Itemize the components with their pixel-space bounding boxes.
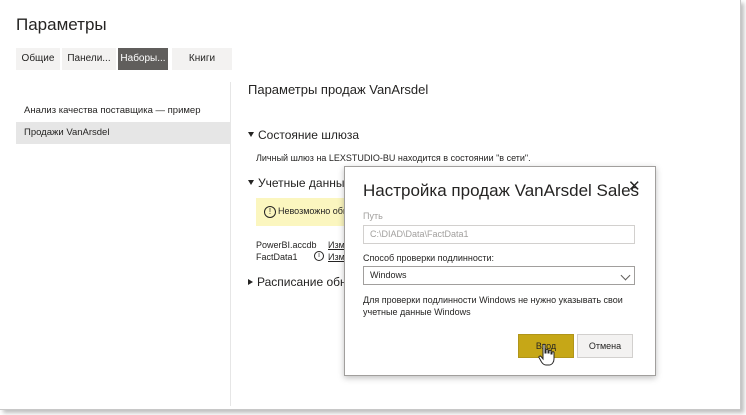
collapse-triangle-icon <box>248 180 254 185</box>
collapse-triangle-icon <box>248 132 254 137</box>
info-icon: ! <box>264 206 276 218</box>
gateway-status-text: Личный шлюз на LEXSTUDIO-BU находится в … <box>256 153 531 163</box>
schedule-header-label: Расписание обн <box>257 275 344 289</box>
panel-divider <box>230 82 231 406</box>
cancel-button[interactable]: Отмена <box>577 334 633 358</box>
configure-dialog: Настройка продаж VanArsdel Sales ✕ Путь … <box>344 166 656 376</box>
warning-text: Невозможно обновить <box>278 206 346 216</box>
auth-hint-text: Для проверки подлинности Windows не нужн… <box>363 295 623 317</box>
auth-method-label: Способ проверки подлинности: <box>363 253 494 263</box>
close-icon[interactable]: ✕ <box>628 177 641 195</box>
dataset-item-vanarsdel[interactable]: Продажи VanArsdel <box>16 122 230 144</box>
datasource-name: FactData1 <box>256 252 298 262</box>
chevron-down-icon <box>620 270 631 281</box>
edit-credentials-link[interactable]: Изменить <box>328 252 344 262</box>
dialog-title: Настройка продаж VanArsdel Sales <box>363 181 640 200</box>
gateway-header-label: Состояние шлюза <box>258 128 360 142</box>
credentials-section-header[interactable]: Учетные данные <box>248 176 351 190</box>
settings-tabs: Общие Панели... Наборы... Книги <box>16 48 232 70</box>
edit-credentials-link[interactable]: Изменить <box>328 240 344 250</box>
dataset-list: Анализ качества поставщика — пример Прод… <box>16 100 230 144</box>
gateway-section-header[interactable]: Состояние шлюза <box>248 128 359 142</box>
auth-method-value: Windows <box>370 270 407 280</box>
page-title: Параметры <box>16 15 107 34</box>
tab-workbooks[interactable]: Книги <box>172 48 232 70</box>
path-input[interactable] <box>363 225 635 244</box>
tab-datasets[interactable]: Наборы... <box>118 48 168 70</box>
tab-dashboards[interactable]: Панели... <box>62 48 116 70</box>
credentials-header-label: Учетные данные <box>258 176 352 190</box>
path-label: Путь <box>363 211 383 221</box>
auth-method-select[interactable]: Windows <box>363 266 635 285</box>
tab-general[interactable]: Общие <box>16 48 60 70</box>
info-icon: i <box>314 251 324 261</box>
schedule-section-header[interactable]: Расписание обн <box>248 275 344 289</box>
dataset-settings-title: Параметры продаж VanArsdel <box>248 82 429 97</box>
datasource-name: PowerBI.accdb <box>256 240 317 250</box>
dataset-item-supplier-quality[interactable]: Анализ качества поставщика — пример <box>16 100 230 122</box>
hand-cursor-icon <box>538 343 555 366</box>
datasource-row: PowerBI.accdb <box>256 240 317 250</box>
datasource-row: FactData1 <box>256 252 298 262</box>
expand-triangle-icon <box>248 279 253 285</box>
